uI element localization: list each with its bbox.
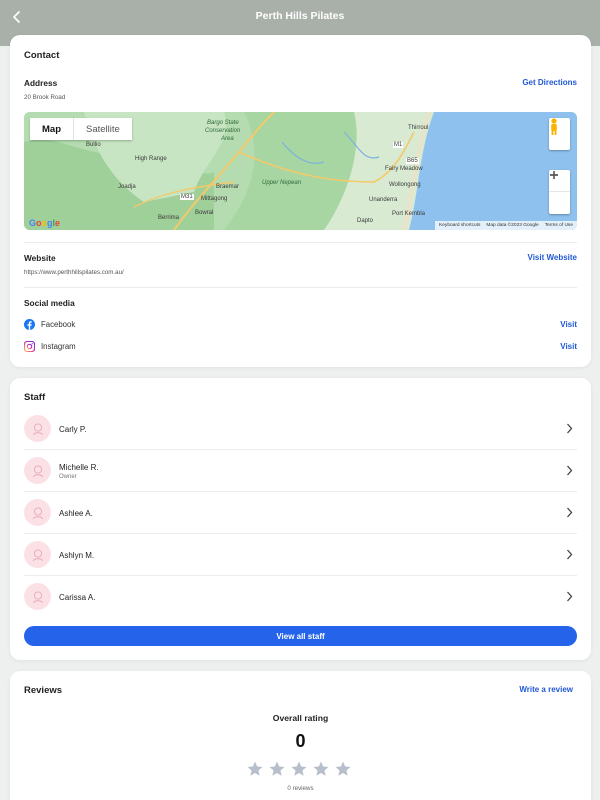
chevron-right-icon [567, 507, 573, 518]
map-place-label: Dapto [357, 218, 374, 224]
street-view-button[interactable] [549, 118, 570, 150]
map-type-toggle: Map Satellite [30, 118, 132, 140]
minus-icon [550, 174, 558, 176]
map-place-label: Bargo State [207, 120, 239, 126]
staff-name: Michelle R. [59, 463, 99, 472]
map-place-label: Bowral [195, 210, 214, 216]
road-label: M31 [180, 194, 194, 200]
view-all-staff-button[interactable]: View all staff [24, 626, 577, 646]
write-review-link[interactable]: Write a review [519, 685, 573, 694]
website-value: https://www.perthhillspilates.com.au/ [24, 269, 124, 276]
star-icon [269, 761, 285, 776]
map-place-label: Mittagong [201, 196, 228, 202]
map-place-label: High Range [135, 156, 167, 162]
person-icon [32, 422, 43, 435]
map-view[interactable]: Bargo State Conservation Area Bullio Hig… [24, 112, 577, 230]
person-icon [32, 590, 43, 603]
map-place-label: Area [221, 136, 234, 142]
staff-row-ashlyn[interactable]: Ashlyn M. [24, 534, 577, 576]
staff-role: Owner [59, 474, 77, 480]
map-place-label: Berrima [158, 215, 180, 221]
map-place-label: Fairy Meadow [385, 166, 423, 172]
zoom-out-button[interactable] [549, 174, 570, 214]
chevron-right-icon [567, 591, 573, 602]
visit-website-link[interactable]: Visit Website [528, 253, 578, 262]
chevron-right-icon [567, 465, 573, 476]
staff-row-carly[interactable]: Carly P. [24, 408, 577, 450]
facebook-label: Facebook [41, 320, 76, 329]
page-title: Perth Hills Pilates [255, 10, 345, 22]
map-attribution: Keyboard shortcuts Map data ©2023 Google… [435, 221, 577, 230]
staff-row-ashlee[interactable]: Ashlee A. [24, 492, 577, 534]
staff-name: Carly P. [59, 425, 87, 434]
map-data-text: Map data ©2023 Google [486, 223, 539, 228]
overall-rating-label: Overall rating [272, 713, 329, 723]
staff-row-michelle[interactable]: Michelle R. Owner [24, 450, 577, 492]
staff-title: Staff [24, 392, 46, 403]
star-icon [313, 761, 329, 776]
social-media-label: Social media [24, 298, 75, 308]
reviews-card: Reviews Write a review Overall rating 0 … [10, 671, 591, 800]
map-place-label: Braemar [216, 184, 240, 190]
review-count: 0 reviews [287, 785, 314, 792]
staff-row-carissa[interactable]: Carissa A. [24, 576, 577, 618]
map-place-label: Thirroul [408, 125, 429, 131]
map-place-label: Upper Nepean [262, 180, 302, 186]
zoom-controls [549, 170, 570, 214]
map-place-label: Port Kembla [392, 211, 426, 217]
avatar [24, 415, 51, 442]
star-rating [246, 760, 352, 778]
instagram-icon [24, 341, 35, 352]
facebook-visit-link[interactable]: Visit [560, 320, 577, 329]
map-place-label: Bullio [86, 142, 101, 148]
contact-card: Contact Address 20 Brook Road Get Direct… [10, 35, 591, 367]
google-logo: Google [29, 218, 61, 228]
rating-value: 0 [295, 731, 306, 751]
pegman-icon [551, 118, 557, 135]
instagram-visit-link[interactable]: Visit [560, 342, 577, 351]
facebook-icon [24, 319, 35, 330]
get-directions-link[interactable]: Get Directions [522, 78, 577, 87]
map-place-label: Conservation [205, 128, 241, 134]
star-icon [291, 761, 307, 776]
staff-name: Carissa A. [59, 593, 96, 602]
avatar [24, 499, 51, 526]
avatar [24, 583, 51, 610]
map-place-label: Unanderra [369, 197, 398, 203]
map-place-label: Wollongong [389, 182, 421, 188]
person-icon [32, 506, 43, 519]
instagram-label: Instagram [41, 342, 76, 351]
person-icon [32, 548, 43, 561]
road-label: M1 [393, 142, 404, 148]
staff-name: Ashlyn M. [59, 551, 95, 560]
avatar [24, 541, 51, 568]
address-label: Address [24, 78, 58, 88]
star-icon [247, 761, 263, 776]
person-icon [32, 464, 43, 477]
map-place-label: Joadja [118, 184, 136, 190]
map-tab[interactable]: Map [30, 118, 73, 140]
keyboard-shortcuts-link[interactable]: Keyboard shortcuts [439, 223, 480, 228]
road-label: B65 [406, 158, 419, 164]
website-label: Website [24, 253, 56, 263]
chevron-right-icon [567, 549, 573, 560]
divider [24, 287, 577, 288]
divider [24, 242, 577, 243]
star-icon [335, 761, 351, 776]
terms-link[interactable]: Terms of Use [545, 223, 573, 228]
address-value: 20 Brook Road [24, 94, 66, 101]
reviews-title: Reviews [24, 685, 63, 696]
chevron-right-icon [567, 423, 573, 434]
staff-name: Ashlee A. [59, 509, 93, 518]
avatar [24, 457, 51, 484]
contact-title: Contact [24, 50, 60, 61]
staff-card: Staff Carly P. Michelle R. Owner Ashlee … [10, 378, 591, 660]
satellite-tab[interactable]: Satellite [73, 118, 132, 140]
